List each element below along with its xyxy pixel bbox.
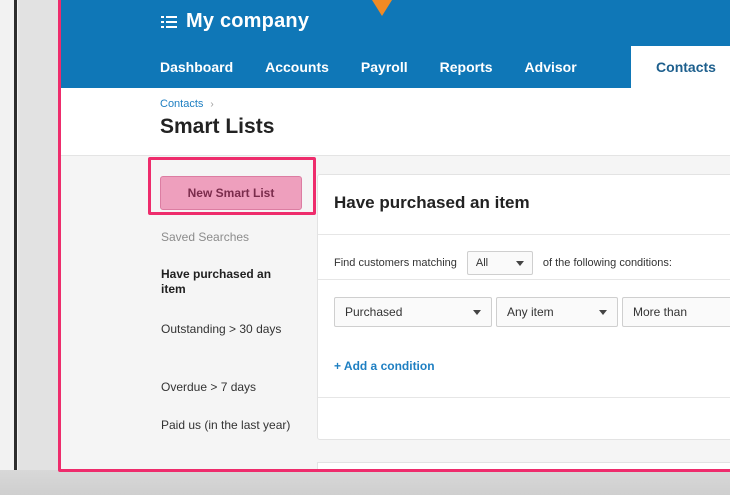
condition-field-value: Purchased [345,305,403,319]
match-mode-select[interactable]: All [466,251,533,275]
monitor-edge [14,0,17,470]
divider [318,279,730,280]
saved-searches-label: Saved Searches [161,230,250,244]
tab-payroll[interactable]: Payroll [361,59,408,75]
new-smart-list-button[interactable]: New Smart List [160,176,302,210]
breadcrumb-separator: › [210,98,214,110]
menu-list-icon [161,15,177,28]
condition-comparison-select[interactable]: More than [622,297,730,327]
match-mode-value: All [475,257,489,269]
condition-row: Purchased Any item More than [334,297,730,327]
app-screen: My company Dashboard Accounts Payroll Re… [60,0,730,470]
tab-dashboard[interactable]: Dashboard [160,59,233,75]
match-suffix-text: of the following conditions: [542,257,672,269]
divider [318,234,730,235]
chevron-down-icon [515,260,524,266]
match-criteria-line: Find customers matching All of the follo… [334,251,672,275]
smart-list-editor: Have purchased an item Find customers ma… [317,174,730,440]
condition-item-select[interactable]: Any item [496,297,618,327]
company-switcher[interactable]: My company [160,10,309,33]
tab-contacts[interactable]: Contacts [631,46,730,88]
tab-advisor[interactable]: Advisor [525,59,577,75]
saved-search-paid-us[interactable]: Paid us (in the last year) [161,418,291,433]
breadcrumb: Contacts › [160,98,214,110]
smart-list-title: Have purchased an item [334,193,530,212]
condition-item-value: Any item [507,305,554,319]
chevron-down-icon [473,309,481,315]
pointer-arrow-icon [372,0,392,16]
divider [318,397,730,398]
saved-search-outstanding[interactable]: Outstanding > 30 days [161,322,291,337]
match-prefix-text: Find customers matching [334,257,457,269]
condition-comparison-value: More than [633,305,688,319]
tab-accounts[interactable]: Accounts [265,59,329,75]
content-area: New Smart List Saved Searches Have purch… [60,156,730,470]
saved-search-overdue[interactable]: Overdue > 7 days [161,380,291,395]
page-title: Smart Lists [160,115,275,138]
main-nav: Dashboard Accounts Payroll Reports Advis… [160,46,730,88]
chevron-down-icon [599,309,607,315]
tab-reports[interactable]: Reports [440,59,493,75]
add-condition-link[interactable]: + Add a condition [334,359,435,373]
secondary-panel [317,462,730,470]
company-name: My company [186,10,310,32]
breadcrumb-contacts-link[interactable]: Contacts [160,98,203,110]
top-navigation-bar: My company Dashboard Accounts Payroll Re… [60,0,730,88]
screen-bottom-shadow [0,470,730,495]
page-header: Contacts › Smart Lists [60,88,730,156]
condition-field-select[interactable]: Purchased [334,297,492,327]
saved-search-have-purchased[interactable]: Have purchased an item [161,267,291,297]
